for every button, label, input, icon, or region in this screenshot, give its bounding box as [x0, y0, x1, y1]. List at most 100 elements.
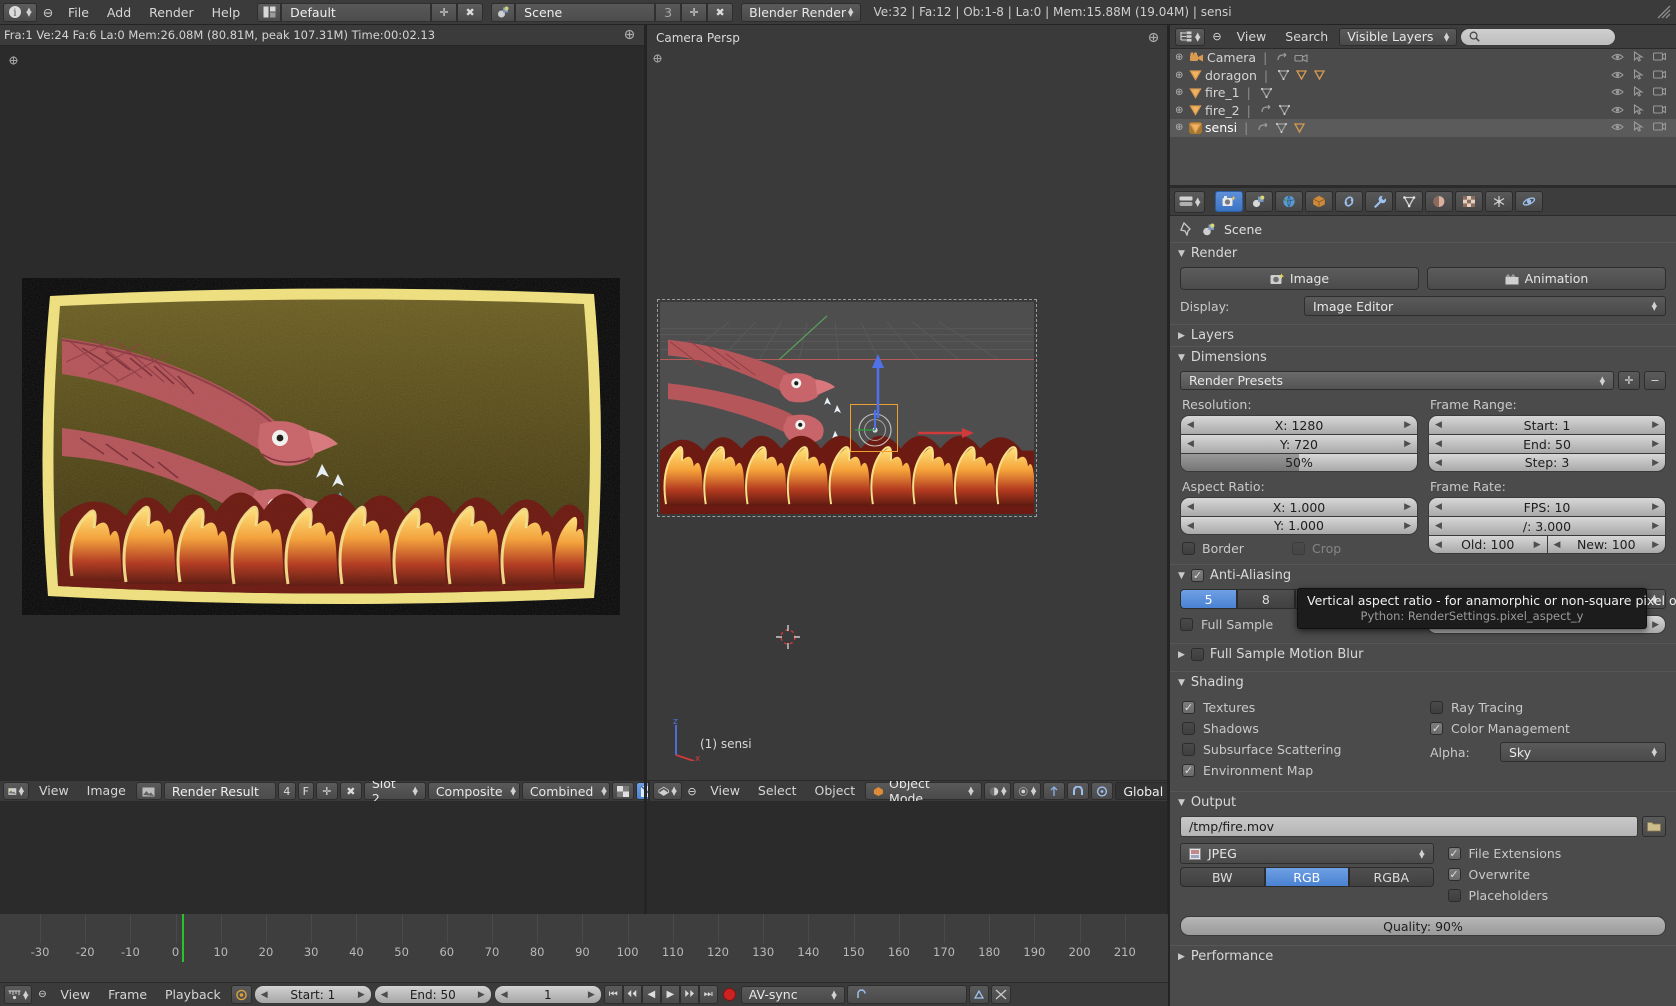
keying-set-icon[interactable] [846, 985, 967, 1004]
outliner-display-mode-select[interactable]: Visible Layers ▲ ▼ [1339, 27, 1458, 46]
menu-render[interactable]: Render [140, 3, 203, 22]
arrow-left-icon[interactable]: ◀ [1187, 439, 1194, 449]
add-preset-button[interactable]: ✛ [1618, 371, 1640, 390]
delete-screen-layout-button[interactable]: ✖ [457, 2, 484, 22]
panel-antialiasing-header[interactable]: ▼ ✓ Anti-Aliasing [1170, 564, 1676, 586]
tab-material[interactable] [1425, 191, 1454, 212]
output-placeholders[interactable]: Placeholders [1446, 885, 1666, 906]
restrict-select-icon[interactable] [1633, 103, 1644, 118]
checkbox[interactable]: ✓ [1447, 868, 1461, 881]
outliner-item-fire_2[interactable]: ⊕ fire_2 | [1170, 102, 1676, 120]
manipulator-x-axis-arrow[interactable] [918, 426, 974, 443]
restrict-select-icon[interactable] [1633, 85, 1644, 100]
panel-motion-blur-header[interactable]: ▶ Full Sample Motion Blur [1170, 643, 1676, 665]
record-icon[interactable] [720, 985, 739, 1004]
viewport-menu-object[interactable]: Object [806, 782, 863, 800]
folder-icon[interactable] [1642, 816, 1666, 837]
resolution-y-field[interactable]: ◀ Y: 720 ▶ [1180, 434, 1418, 453]
shading-environment-map[interactable]: ✓ Environment Map [1180, 760, 1418, 781]
timeline-end-frame-field[interactable]: ◀ End: 50 ▶ [373, 985, 492, 1004]
expand-plus-icon[interactable]: ⊕ [1175, 70, 1186, 81]
scene-name-field[interactable]: Scene [515, 2, 656, 22]
checkbox[interactable]: ✓ [1182, 701, 1195, 714]
render-slot-select[interactable]: Slot 2 ▲ ▼ [363, 781, 426, 801]
interaction-mode-select[interactable]: Object Mode ▲ ▼ [865, 781, 982, 801]
scene-users-count[interactable]: 3 [655, 2, 682, 22]
arrow-right-icon[interactable]: ▶ [1652, 620, 1659, 630]
view3d-icon[interactable]: ▲ ▼ [653, 782, 682, 800]
fps-field[interactable]: ◀ FPS: 10 ▶ [1428, 497, 1666, 516]
material-icon[interactable] [1313, 69, 1326, 81]
antialiasing-checkbox[interactable]: ✓ [1190, 569, 1204, 582]
image-editor-icon[interactable]: ▲ ▼ [3, 782, 29, 800]
alpha-toggle-icon[interactable] [611, 782, 634, 800]
collapse-menu-icon[interactable]: ⊖ [37, 3, 59, 22]
arrow-right-icon[interactable]: ▶ [1652, 540, 1659, 550]
aspect-y-field[interactable]: ◀ Y: 1.000 ▶ [1180, 516, 1418, 535]
tab-render-layers[interactable] [1245, 191, 1274, 212]
fake-user-toggle[interactable]: F [297, 782, 314, 800]
image-editor-menu-view[interactable]: View [31, 782, 77, 800]
shading-color-management[interactable]: ✓ Color Management [1428, 718, 1666, 739]
antialiasing-sample-8[interactable]: 8 [1237, 589, 1295, 609]
arrow-left-icon[interactable]: ◀ [1435, 439, 1442, 449]
browse-image-icon[interactable] [135, 782, 162, 800]
collapse-menu-icon[interactable]: ⊖ [34, 985, 50, 1004]
viewport-shading-icon[interactable]: ▲ ▼ [983, 782, 1012, 800]
timeline-playhead[interactable] [182, 914, 184, 962]
animation-icon[interactable] [1260, 104, 1273, 116]
output-overwrite[interactable]: ✓ Overwrite [1446, 864, 1666, 885]
image-editor-canvas[interactable] [0, 46, 644, 780]
screen-layout-icon[interactable] [257, 2, 282, 22]
aspect-x-field[interactable]: ◀ X: 1.000 ▶ [1180, 497, 1418, 516]
arrow-right-icon[interactable]: ▶ [1652, 458, 1659, 468]
viewport-menu-select[interactable]: Select [750, 782, 805, 800]
arrow-right-icon[interactable]: ▶ [1652, 502, 1659, 512]
arrow-right-icon[interactable]: ▶ [1404, 439, 1411, 449]
fps-base-field[interactable]: ◀ /: 3.000 ▶ [1428, 516, 1666, 535]
arrow-left-icon[interactable]: ◀ [1435, 458, 1442, 468]
checkbox[interactable] [1182, 743, 1195, 756]
material-icon[interactable] [1295, 69, 1308, 81]
mesh-data-icon[interactable] [1260, 87, 1273, 99]
tab-particles[interactable] [1485, 191, 1514, 212]
restrict-view-icon[interactable] [1611, 85, 1624, 100]
snap-magnet-icon[interactable] [1067, 782, 1090, 800]
menu-add[interactable]: Add [98, 3, 140, 22]
properties-editor-icon[interactable]: ▲ ▼ [1174, 190, 1206, 213]
arrow-left-icon[interactable]: ◀ [1187, 502, 1194, 512]
mesh-data-icon[interactable] [1278, 104, 1291, 116]
resolution-x-field[interactable]: ◀ X: 1280 ▶ [1180, 415, 1418, 434]
mesh-data-icon[interactable] [1275, 122, 1288, 134]
outliner-menu-search[interactable]: Search [1277, 28, 1336, 46]
render-layer-select[interactable]: Composite ▲ ▼ [427, 782, 520, 800]
arrow-left-icon[interactable]: ◀ [501, 990, 508, 1000]
material-icon[interactable] [1293, 122, 1306, 134]
expand-plus-icon[interactable]: ⊕ [1175, 105, 1186, 116]
tab-object[interactable] [1305, 191, 1334, 212]
restrict-render-icon[interactable] [1652, 120, 1667, 135]
tab-world[interactable] [1275, 191, 1304, 212]
arrow-right-icon[interactable]: ▶ [1534, 540, 1541, 550]
tab-modifiers[interactable] [1365, 191, 1394, 212]
collapse-menu-icon[interactable]: ⊖ [684, 782, 700, 800]
transform-orientation-select[interactable]: Global [1115, 782, 1168, 800]
timeline-menu-view[interactable]: View [52, 986, 98, 1004]
checkbox[interactable] [1447, 889, 1461, 902]
tab-data[interactable] [1395, 191, 1424, 212]
jump-to-end-icon[interactable]: ⏭ [698, 985, 718, 1004]
outliner-menu-view[interactable]: View [1229, 28, 1275, 46]
timeline-menu-playback[interactable]: Playback [157, 986, 229, 1004]
arrow-left-icon[interactable]: ◀ [1435, 502, 1442, 512]
resize-grip-icon[interactable] [1656, 4, 1672, 23]
panel-output-header[interactable]: ▼ Output [1170, 791, 1676, 813]
delete-scene-button[interactable]: ✖ [707, 2, 734, 22]
frame-start-field[interactable]: ◀ Start: 1 ▶ [1428, 415, 1666, 434]
panel-performance-header[interactable]: ▶ Performance [1170, 945, 1676, 967]
restrict-render-icon[interactable] [1652, 68, 1667, 83]
previous-keyframe-icon[interactable]: ⏴⏴ [622, 985, 642, 1004]
arrow-right-icon[interactable]: ▶ [1404, 521, 1411, 531]
time-remap-old-field[interactable]: ◀ Old: 100 ▶ [1428, 535, 1547, 554]
viewport-3d[interactable]: Camera Persp z x (1) sensi [646, 25, 1168, 780]
antialiasing-sample-5[interactable]: 5 [1180, 589, 1238, 609]
